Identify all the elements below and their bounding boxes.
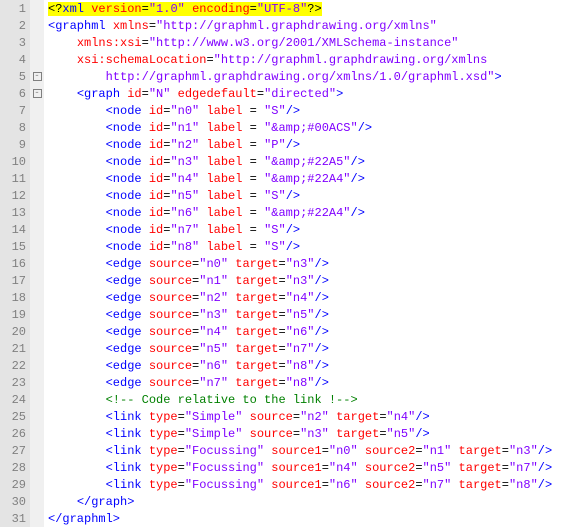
code-line[interactable]: <node id="n3" label = "&amp;#22A5"/>	[48, 154, 565, 171]
fold-marker[interactable]	[30, 306, 44, 323]
code-line[interactable]: <node id="n6" label = "&amp;#22A4"/>	[48, 205, 565, 222]
line-number: 19	[2, 307, 26, 324]
line-number: 2	[2, 18, 26, 35]
code-line[interactable]: <graphml xmlns="http://graphml.graphdraw…	[48, 18, 565, 35]
line-number: 14	[2, 222, 26, 239]
fold-marker[interactable]	[30, 0, 44, 17]
code-line[interactable]: xsi:schemaLocation="http://graphml.graph…	[48, 52, 565, 69]
fold-marker[interactable]	[30, 272, 44, 289]
code-line[interactable]: <edge source="n2" target="n4"/>	[48, 290, 565, 307]
line-number: 24	[2, 392, 26, 409]
line-number: 30	[2, 494, 26, 511]
line-number: 1	[2, 1, 26, 18]
line-number: 11	[2, 171, 26, 188]
line-number: 8	[2, 120, 26, 137]
line-number: 31	[2, 511, 26, 528]
fold-gutter: - -	[30, 0, 44, 527]
line-number: 9	[2, 137, 26, 154]
code-line[interactable]: <!-- Code relative to the link !-->	[48, 392, 565, 409]
code-line[interactable]: <edge source="n0" target="n3"/>	[48, 256, 565, 273]
fold-marker[interactable]	[30, 238, 44, 255]
fold-marker[interactable]	[30, 357, 44, 374]
line-number: 16	[2, 256, 26, 273]
line-number: 7	[2, 103, 26, 120]
line-number: 13	[2, 205, 26, 222]
line-number: 15	[2, 239, 26, 256]
line-number: 12	[2, 188, 26, 205]
fold-marker[interactable]	[30, 323, 44, 340]
fold-marker[interactable]	[30, 136, 44, 153]
code-line[interactable]: <link type="Focussing" source1="n6" sour…	[48, 477, 565, 494]
fold-marker[interactable]	[30, 187, 44, 204]
code-line[interactable]: </graphml>	[48, 511, 565, 527]
code-line[interactable]: http://graphml.graphdrawing.org/xmlns/1.…	[48, 69, 565, 86]
fold-marker[interactable]	[30, 204, 44, 221]
line-number: 27	[2, 443, 26, 460]
fold-marker[interactable]	[30, 17, 44, 34]
code-line[interactable]: <node id="n4" label = "&amp;#22A4"/>	[48, 171, 565, 188]
code-line[interactable]: <?xml version="1.0" encoding="UTF-8"?>	[48, 1, 565, 18]
line-number: 5	[2, 69, 26, 86]
line-number-gutter: 1 2 3 4 5 6 7 8 9 10 11 12 13 14 15 16 1…	[0, 0, 30, 527]
line-number: 21	[2, 341, 26, 358]
code-line[interactable]: <node id="n2" label = "P"/>	[48, 137, 565, 154]
line-number: 3	[2, 35, 26, 52]
fold-marker[interactable]	[30, 425, 44, 442]
code-line[interactable]: <node id="n8" label = "S"/>	[48, 239, 565, 256]
minus-icon[interactable]: -	[33, 72, 42, 81]
fold-marker[interactable]: -	[30, 68, 44, 85]
fold-marker[interactable]	[30, 170, 44, 187]
line-number: 25	[2, 409, 26, 426]
code-line[interactable]: xmlns:xsi="http://www.w3.org/2001/XMLSch…	[48, 35, 565, 52]
code-line[interactable]: <link type="Simple" source="n2" target="…	[48, 409, 565, 426]
line-number: 20	[2, 324, 26, 341]
line-number: 23	[2, 375, 26, 392]
code-line[interactable]: <edge source="n1" target="n3"/>	[48, 273, 565, 290]
code-line[interactable]: <edge source="n5" target="n7"/>	[48, 341, 565, 358]
line-number: 29	[2, 477, 26, 494]
fold-marker[interactable]	[30, 102, 44, 119]
fold-marker[interactable]	[30, 374, 44, 391]
fold-marker[interactable]	[30, 459, 44, 476]
line-number: 17	[2, 273, 26, 290]
code-line[interactable]: <link type="Simple" source="n3" target="…	[48, 426, 565, 443]
code-area[interactable]: <?xml version="1.0" encoding="UTF-8"?><g…	[44, 0, 569, 527]
fold-marker[interactable]: -	[30, 85, 44, 102]
line-number: 18	[2, 290, 26, 307]
code-line[interactable]: <edge source="n4" target="n6"/>	[48, 324, 565, 341]
fold-marker[interactable]	[30, 289, 44, 306]
fold-marker[interactable]	[30, 442, 44, 459]
line-number: 26	[2, 426, 26, 443]
code-line[interactable]: <node id="n1" label = "&amp;#00ACS"/>	[48, 120, 565, 137]
code-line[interactable]: <link type="Focussing" source1="n4" sour…	[48, 460, 565, 477]
line-number: 4	[2, 52, 26, 69]
line-number: 28	[2, 460, 26, 477]
line-number: 22	[2, 358, 26, 375]
line-number: 6	[2, 86, 26, 103]
fold-marker[interactable]	[30, 34, 44, 51]
fold-marker[interactable]	[30, 391, 44, 408]
fold-marker[interactable]	[30, 340, 44, 357]
fold-marker[interactable]	[30, 119, 44, 136]
fold-marker[interactable]	[30, 476, 44, 493]
fold-marker[interactable]	[30, 221, 44, 238]
fold-marker[interactable]	[30, 51, 44, 68]
fold-marker[interactable]	[30, 493, 44, 510]
fold-marker[interactable]	[30, 510, 44, 527]
fold-marker[interactable]	[30, 255, 44, 272]
code-line[interactable]: <edge source="n6" target="n8"/>	[48, 358, 565, 375]
code-line[interactable]: <link type="Focussing" source1="n0" sour…	[48, 443, 565, 460]
code-line[interactable]: <graph id="N" edgedefault="directed">	[48, 86, 565, 103]
code-line[interactable]: <node id="n0" label = "S"/>	[48, 103, 565, 120]
code-line[interactable]: <node id="n7" label = "S"/>	[48, 222, 565, 239]
fold-marker[interactable]	[30, 408, 44, 425]
code-line[interactable]: <node id="n5" label = "S"/>	[48, 188, 565, 205]
fold-marker[interactable]	[30, 153, 44, 170]
code-line[interactable]: <edge source="n3" target="n5"/>	[48, 307, 565, 324]
code-line[interactable]: <edge source="n7" target="n8"/>	[48, 375, 565, 392]
line-number: 10	[2, 154, 26, 171]
minus-icon[interactable]: -	[33, 89, 42, 98]
code-line[interactable]: </graph>	[48, 494, 565, 511]
